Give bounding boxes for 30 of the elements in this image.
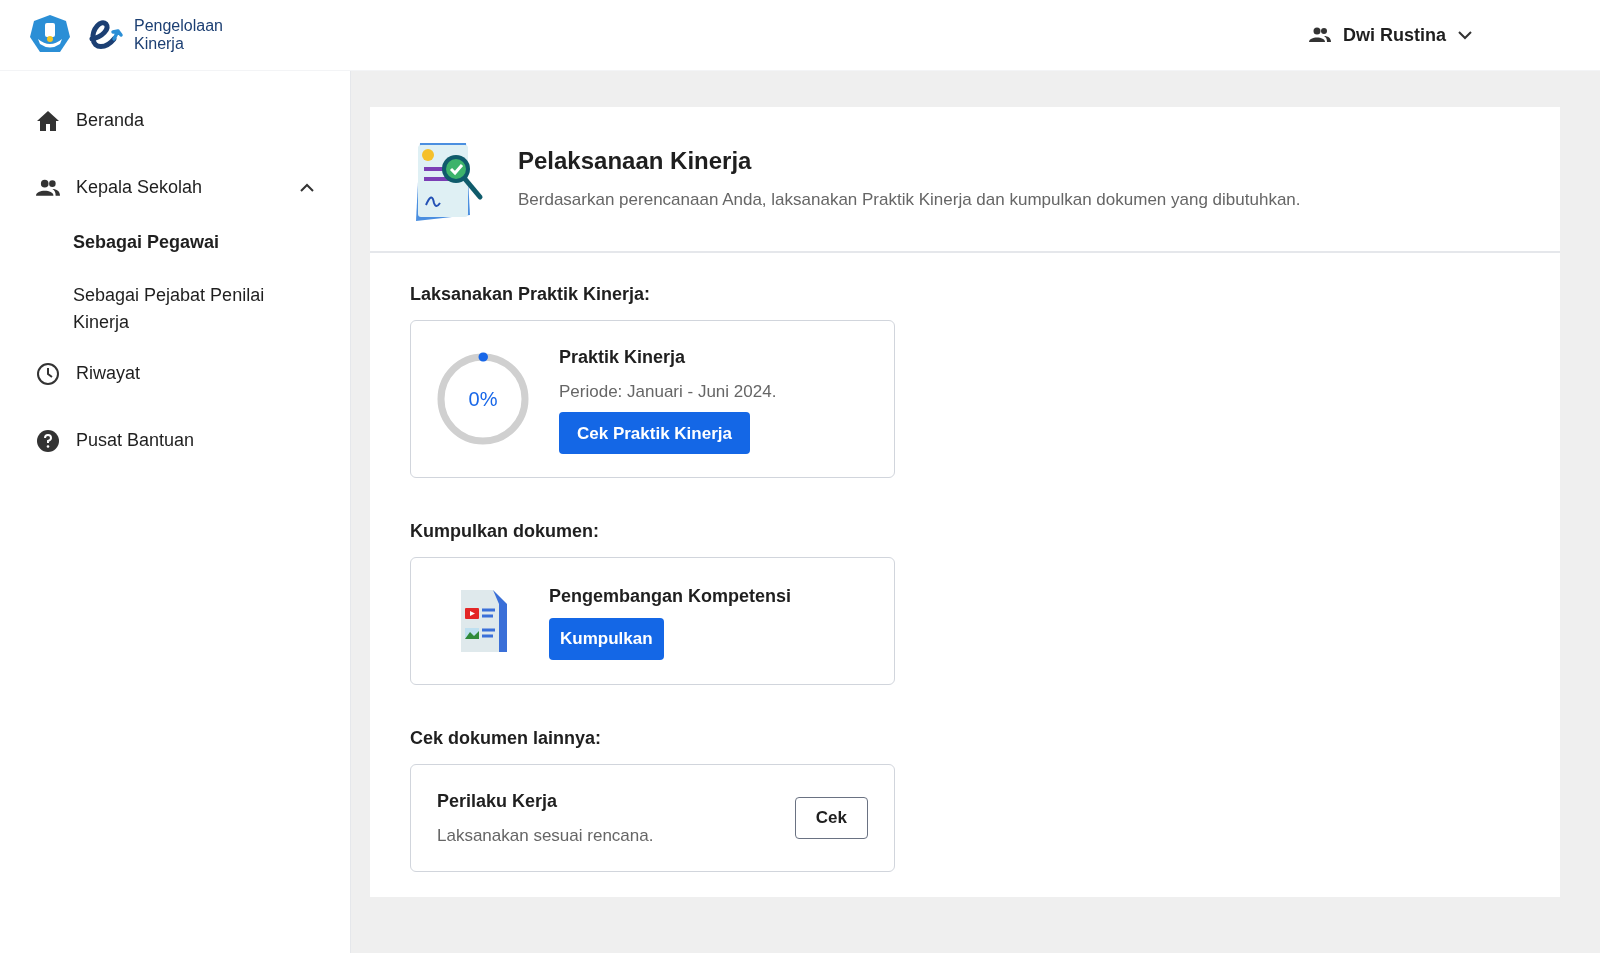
check-button[interactable]: Cek Praktik Kinerja bbox=[559, 412, 750, 455]
home-icon bbox=[36, 109, 60, 132]
task-title: Pengembangan Kompetensi bbox=[549, 584, 792, 608]
task-title: Praktik Kinerja bbox=[559, 345, 687, 369]
sidebar-group[interactable]: Kepala Sekolah bbox=[0, 154, 350, 221]
clock-icon bbox=[36, 361, 60, 386]
page-title: Pelaksanaan Kinerja bbox=[518, 146, 753, 176]
task-title: Perilaku Kerja bbox=[437, 789, 559, 813]
help-icon bbox=[36, 428, 60, 453]
sidebar-item[interactable]: Riwayat bbox=[0, 340, 350, 407]
sidebar-item[interactable]: Beranda bbox=[0, 87, 350, 154]
users-icon bbox=[1309, 27, 1331, 43]
sidebar-subitem[interactable]: Sebagai Pejabat Penilai Kinerja bbox=[73, 282, 293, 336]
submit-button[interactable]: Kumpulkan bbox=[549, 617, 664, 660]
check-button[interactable]: Cek bbox=[794, 797, 868, 839]
users-icon bbox=[36, 178, 60, 197]
task-description: Periode: Januari - Juni 2024. bbox=[559, 380, 777, 403]
document-media-icon bbox=[459, 588, 509, 654]
sidebar-subitem[interactable]: Sebagai Pegawai bbox=[73, 229, 293, 256]
section-heading: Kumpulkan dokumen: bbox=[410, 520, 600, 543]
user-menu[interactable]: Dwi Rustina bbox=[1309, 21, 1472, 49]
sidebar-item[interactable]: Pusat Bantuan bbox=[0, 407, 350, 474]
page-subtitle: Berdasarkan perencanaan Anda, laksanakan Praktik Kinerja dan kumpulkan dokumen yang dibutuhkan. bbox=[518, 189, 1301, 211]
progress-reading: 0% bbox=[467, 387, 499, 412]
section-heading: Cek dokumen lainnya: bbox=[410, 727, 603, 750]
chevron-down-icon bbox=[1458, 30, 1472, 40]
task-description: Laksanakan sesuai rencana. bbox=[437, 824, 654, 847]
logo-text: Pengelolaan bbox=[134, 17, 223, 35]
section-heading: Laksanakan Praktik Kinerja: bbox=[410, 283, 652, 306]
logo-text: Kinerja bbox=[134, 35, 185, 53]
